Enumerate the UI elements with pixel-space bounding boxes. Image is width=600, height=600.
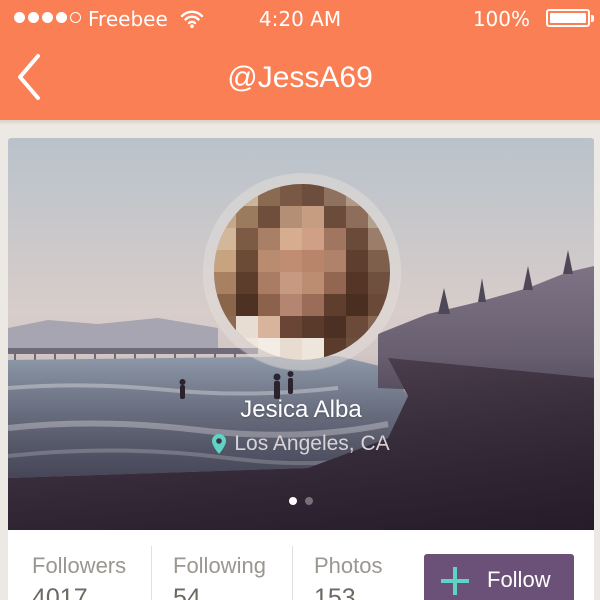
page-dot[interactable] xyxy=(305,497,313,505)
battery-icon xyxy=(546,9,594,27)
stat-label: Following xyxy=(173,553,266,578)
profile-location: Los Angeles, CA xyxy=(8,430,594,458)
stat-label: Photos xyxy=(314,553,383,578)
page-title: @JessA69 xyxy=(227,61,373,94)
divider xyxy=(151,546,152,600)
stat-value: 54 xyxy=(173,584,201,600)
stat-value: 153 xyxy=(314,584,356,600)
stat-value: 4017 xyxy=(32,584,88,600)
follow-button-label: Follow xyxy=(487,567,551,592)
stats-bar: Followers 4017 Following 54 Photos 153 F… xyxy=(8,530,594,600)
page-dot-active[interactable] xyxy=(289,497,297,505)
divider xyxy=(292,546,293,600)
follow-button[interactable]: Follow xyxy=(424,554,574,600)
battery-percentage: 100% xyxy=(472,7,530,31)
avatar[interactable] xyxy=(214,184,390,360)
battery-nub xyxy=(591,15,594,22)
cover-page-indicator[interactable] xyxy=(8,497,594,505)
avatar-image xyxy=(214,184,390,360)
header-bar: Freebee 4:20 AM 100% @JessA69 xyxy=(0,0,600,120)
stat-label: Followers xyxy=(32,553,127,578)
profile-screen: Freebee 4:20 AM 100% @JessA69 Jesica Alb… xyxy=(0,0,600,600)
profile-name: Jesica Alba xyxy=(240,396,362,423)
header-shadow xyxy=(0,120,600,125)
cover-photo[interactable]: Jesica Alba Los Angeles, CA xyxy=(8,138,594,530)
map-pin-icon xyxy=(212,434,227,454)
plus-icon xyxy=(441,567,469,595)
location-text: Los Angeles, CA xyxy=(234,432,390,455)
status-bar: Freebee 4:20 AM 100% xyxy=(0,0,600,38)
battery-level xyxy=(550,13,586,23)
